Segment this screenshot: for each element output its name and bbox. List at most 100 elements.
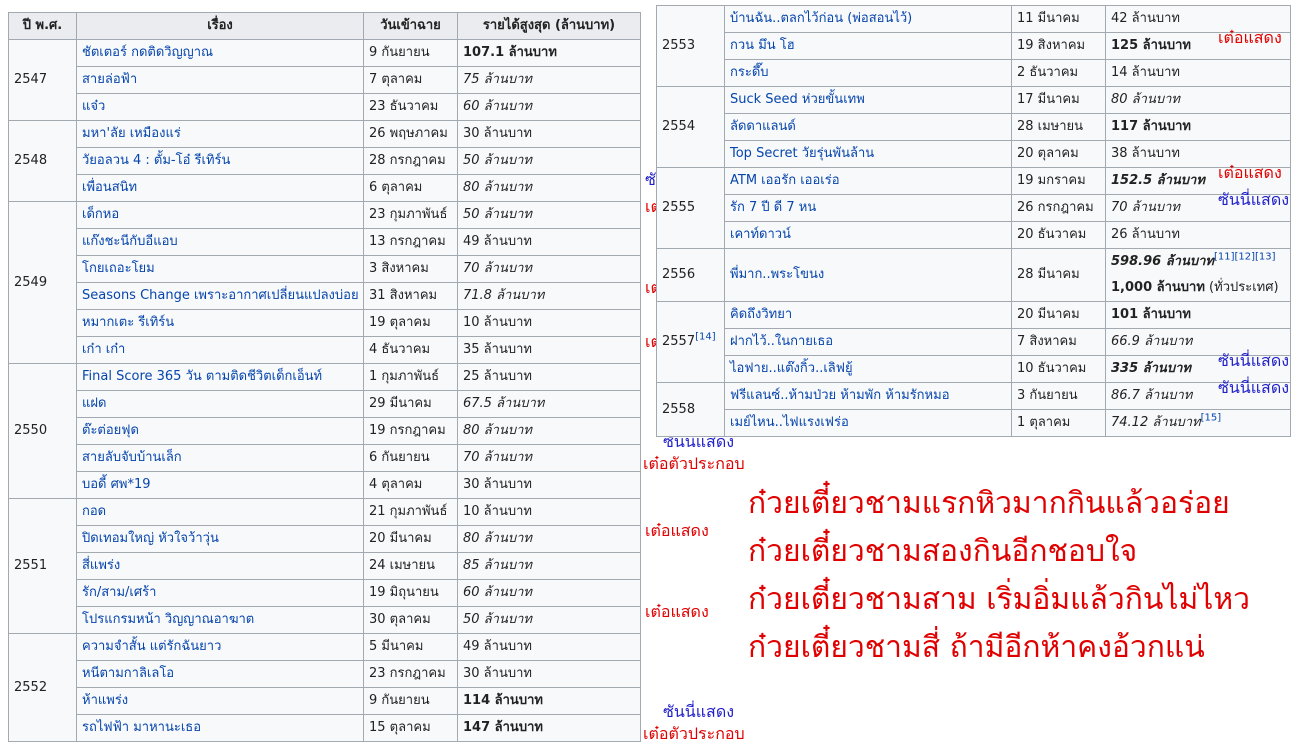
- movie-title-link[interactable]: ไอฟาย..แต๊งกิ้ว..เลิฟยู้: [730, 361, 853, 376]
- table-row: 2555 ATM เออรัก เออเร่อ 19 มกราคม 152.5 ล้า…: [656, 164, 1291, 249]
- title-cell: ฝากไว้..ในกายเธอ: [724, 328, 1012, 356]
- title-cell: ชัตเตอร์ กดติดวิญญาณ: [76, 39, 364, 67]
- gross-value: 147 ล้านบาท: [463, 720, 543, 735]
- release-date-cell: 19 มกราคม: [1011, 167, 1106, 195]
- reference-link[interactable]: [15]: [1201, 413, 1222, 424]
- movie-title-link[interactable]: รัก 7 ปี ดี 7 หน: [730, 200, 816, 215]
- year-label: 2554: [662, 119, 696, 134]
- gross-cell: 30 ล้านบาท: [457, 660, 641, 688]
- gross-value-suffix: (ทั่วประเทศ): [1204, 280, 1279, 295]
- release-date-cell: 10 ธันวาคม: [1011, 355, 1106, 383]
- movie-title-link[interactable]: ATM เออรัก เออเร่อ: [730, 173, 840, 188]
- movie-title-link[interactable]: วัยอลวน 4 : ตั้ม-โอ๋ รีเทิร์น: [82, 153, 230, 168]
- release-date-cell: 24 เมษายน: [363, 552, 458, 580]
- gross-value: 50 ล้านบาท: [463, 207, 532, 222]
- gross-cell: 86.7 ล้านบาท ซันนี่แสดง: [1105, 379, 1291, 410]
- movie-title-link[interactable]: สายล่อฟ้า: [82, 72, 137, 87]
- movie-title-link[interactable]: แฝด: [82, 396, 106, 411]
- movie-title-link[interactable]: Final Score 365 วัน ตามติดชีวิตเด็กเอ็นท…: [82, 369, 322, 384]
- table-row: ห้าแพร่ง 9 กันยายน 114 ล้านบาท: [9, 687, 641, 715]
- gross-cell: 35 ล้านบาทเต๋อตัวประกอบ: [457, 333, 747, 364]
- poem-line: ก๋วยเตี๋ยวชามสองกินอีกชอบใจ: [748, 534, 1138, 569]
- year-label: 2553: [662, 38, 696, 53]
- movie-title-link[interactable]: สายลับจับบ้านเล็ก: [82, 450, 182, 465]
- movie-title-link[interactable]: รัก/สาม/เศร้า: [82, 585, 156, 600]
- gross-cell: 125 ล้านบาท เต๋อแสดง: [1105, 29, 1291, 60]
- table-row: แก๊งชะนีกับอีแอบ 13 กรกฎาคม 49 ล้านบาท: [9, 228, 641, 256]
- movie-title-link[interactable]: ฝากไว้..ในกายเธอ: [730, 334, 833, 349]
- movie-title-link[interactable]: หมากเตะ รีเทิร์น: [82, 315, 174, 330]
- gross-value: 14 ล้านบาท: [1111, 65, 1180, 80]
- release-date-cell: 7 สิงหาคม: [1011, 328, 1106, 356]
- table-row: ปิดเทอมใหญ่ หัวใจว้าวุ่น 20 มีนาคม 80 ล้าน…: [9, 522, 709, 553]
- movie-title-link[interactable]: ต๊ะต่อยฟุด: [82, 423, 139, 438]
- table-row: เคาท์ดาวน์ 20 ธันวาคม 26 ล้านบาท: [657, 221, 1291, 249]
- release-date-cell: 19 กรกฎาคม: [363, 417, 458, 445]
- movie-title-link[interactable]: Seasons Change เพราะอากาศเปลี่ยนแปลงบ่อย: [82, 288, 359, 303]
- gross-value: 80 ล้านบาท: [463, 531, 532, 546]
- title-cell: กอด: [76, 498, 364, 526]
- gross-cell: 101 ล้านบาท: [1105, 301, 1291, 329]
- title-cell: โปรแกรมหน้า วิญญาณอาฆาต: [76, 606, 364, 634]
- movie-title-link[interactable]: เมย์ไหน..ไฟแรงเฟร่อ: [730, 415, 849, 430]
- table-row: 2551 กอด 21 กุมภาพันธ์ 10 ล้านบาท: [8, 498, 641, 634]
- title-cell: กระดึ๊บ: [724, 59, 1012, 87]
- movie-title-link[interactable]: กอด: [82, 504, 106, 519]
- movie-title-link[interactable]: เด็กหอ: [82, 207, 119, 222]
- release-date-cell: 6 ตุลาคม: [363, 174, 458, 202]
- movie-title-link[interactable]: ความจำสั้น แต่รักฉันยาว: [82, 639, 221, 654]
- table-row: สายลับจับบ้านเล็ก 6 กันยายน 70 ล้านบาท ซันน…: [9, 433, 745, 473]
- movie-title-link[interactable]: กวน มึน โฮ: [730, 38, 795, 53]
- gross-value: 38 ล้านบาท: [1111, 146, 1180, 161]
- title-cell: แก๊งชะนีกับอีแอบ: [76, 228, 364, 256]
- movie-title-link[interactable]: รถไฟฟ้า มาหานะเธอ: [82, 720, 201, 735]
- movie-title-link[interactable]: ปิดเทอมใหญ่ หัวใจว้าวุ่น: [82, 531, 219, 546]
- header-release-date: วันเข้าฉาย: [363, 12, 458, 40]
- gross-value: 49 ล้านบาท: [463, 234, 532, 249]
- table-row: 2550 Final Score 365 วัน ตามติดชีวิตเด็กเ…: [8, 363, 641, 499]
- title-cell: Final Score 365 วัน ตามติดชีวิตเด็กเอ็นท…: [76, 363, 364, 391]
- table-row: หนีตามกาลิเลโอ 23 กรกฎาคม 30 ล้านบาท: [9, 660, 641, 688]
- release-date-cell: 23 กรกฎาคม: [363, 660, 458, 688]
- movie-title-link[interactable]: ฟรีแลนซ์..ห้ามป่วย ห้ามพัก ห้ามรักหมอ: [730, 388, 950, 403]
- movie-title-link[interactable]: สี่แพร่ง: [82, 558, 120, 573]
- title-cell: เคาท์ดาวน์: [724, 221, 1012, 249]
- movie-title-link[interactable]: กระดึ๊บ: [730, 65, 769, 80]
- movie-title-link[interactable]: มหา'ลัย เหมืองแร่: [82, 126, 181, 141]
- movie-title-link[interactable]: Suck Seed ห่วยขั้นเทพ: [730, 92, 865, 107]
- gross-value: 75 ล้านบาท: [463, 72, 532, 87]
- reference-link[interactable]: [11][12][13]: [1214, 252, 1276, 263]
- title-cell: บอดี้ ศพ*19: [76, 471, 364, 499]
- movie-title-link[interactable]: แก๊งชะนีกับอีแอบ: [82, 234, 178, 249]
- movie-title-link[interactable]: โกยเถอะโยม: [82, 261, 155, 276]
- table-row: เพื่อนสนิท 6 ตุลาคม80 ล้านบาทซันนี่แสดง: [9, 171, 716, 202]
- year-cell: 2551: [8, 498, 77, 634]
- title-cell: หนีตามกาลิเลโอ: [76, 660, 364, 688]
- gross-cell: 67.5 ล้านบาท: [457, 390, 641, 418]
- movie-title-link[interactable]: พี่มาก..พระโขนง: [730, 267, 824, 282]
- title-cell: Suck Seed ห่วยขั้นเทพ: [724, 86, 1012, 114]
- movie-title-link[interactable]: บ้านฉัน..ตลกไว้ก่อน (พ่อสอนไว้): [730, 11, 912, 26]
- release-date-cell: 17 มีนาคม: [1011, 86, 1106, 114]
- year-cell: 2556: [656, 248, 725, 302]
- movie-title-link[interactable]: เพื่อนสนิท: [82, 180, 137, 195]
- release-date-cell: 1 ตุลาคม: [1011, 409, 1106, 437]
- movie-title-link[interactable]: โปรแกรมหน้า วิญญาณอาฆาต: [82, 612, 254, 627]
- movie-title-link[interactable]: คิดถึงวิทยา: [730, 307, 792, 322]
- movie-title-link[interactable]: ลัดดาแลนด์: [730, 119, 796, 134]
- poem-block: ก๋วยเตี๋ยวชามแรกหิวมากกินแล้วอร่อย ก๋วยเ…: [748, 480, 1250, 672]
- year-label: 2557: [662, 334, 696, 349]
- title-cell: บ้านฉัน..ตลกไว้ก่อน (พ่อสอนไว้): [724, 5, 1012, 33]
- reference-link[interactable]: [14]: [695, 332, 716, 343]
- movie-title-link[interactable]: เคาท์ดาวน์: [730, 227, 791, 242]
- gross-value: 80 ล้านบาท: [463, 423, 532, 438]
- movie-title-link[interactable]: ห้าแพร่ง: [82, 693, 128, 708]
- movie-title-link[interactable]: ชัตเตอร์ กดติดวิญญาณ: [82, 45, 213, 60]
- movie-title-link[interactable]: บอดี้ ศพ*19: [82, 477, 151, 492]
- movie-title-link[interactable]: Top Secret วัยรุ่นพันล้าน: [730, 146, 874, 161]
- table-row: แจ๋ว 23 ธันวาคม 60 ล้านบาท: [9, 93, 641, 121]
- movie-title-link[interactable]: เก๋า เก๋า: [82, 342, 125, 357]
- movie-title-link[interactable]: แจ๋ว: [82, 99, 105, 114]
- release-date-cell: 19 ตุลาคม: [363, 309, 458, 337]
- movie-title-link[interactable]: หนีตามกาลิเลโอ: [82, 666, 174, 681]
